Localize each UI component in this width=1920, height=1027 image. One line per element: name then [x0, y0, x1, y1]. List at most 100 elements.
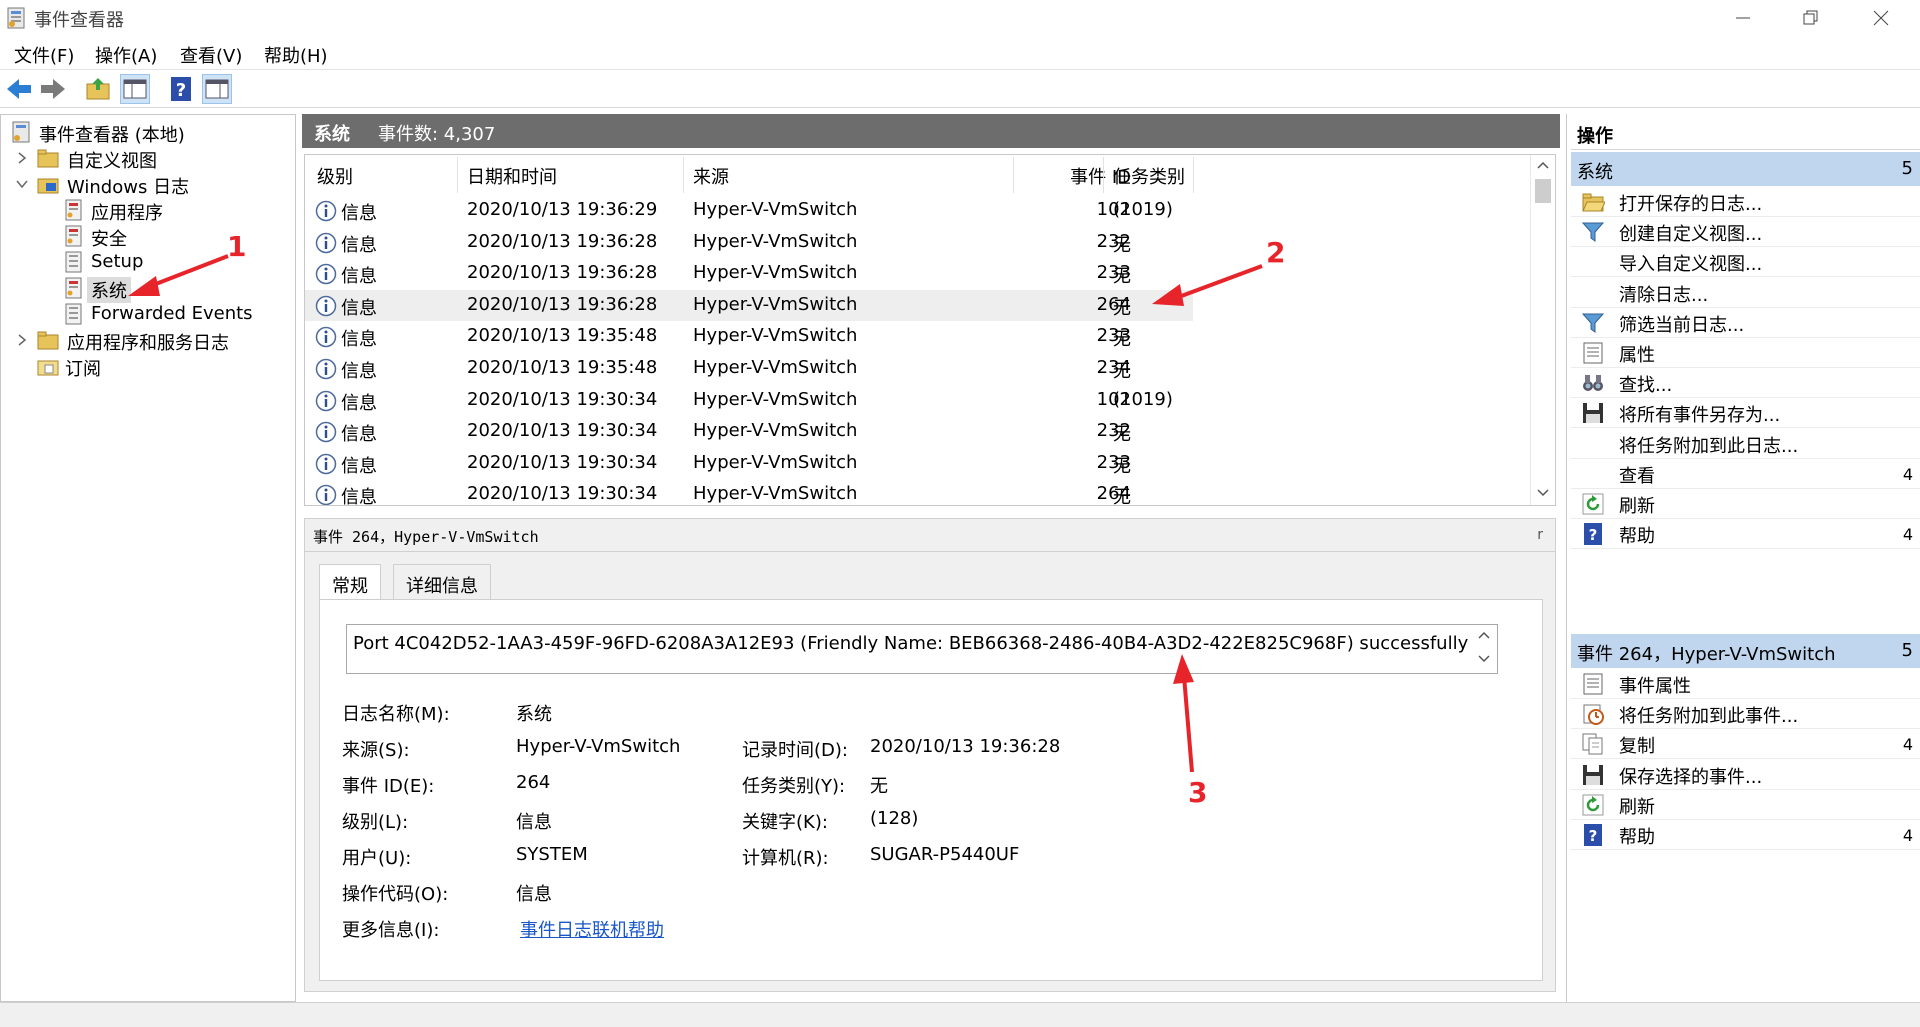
action-label: 清除日志...: [1619, 284, 1709, 306]
tree-windows-logs[interactable]: Windows 日志: [11, 171, 251, 198]
restore-button[interactable]: [1780, 4, 1844, 32]
table-row[interactable]: 信息 2020/10/13 19:35:48 Hyper-V-VmSwitch 233…: [305, 321, 1193, 353]
task-clock-icon: [1583, 704, 1604, 726]
menu-view[interactable]: 查看(V): [180, 42, 242, 68]
up-folder-button[interactable]: [84, 74, 114, 104]
forward-button[interactable]: [38, 74, 68, 104]
system-action-item[interactable]: 属性: [1571, 338, 1920, 368]
svg-text:?: ?: [1589, 526, 1598, 544]
tree-custom-views[interactable]: 自定义视图: [11, 145, 231, 172]
table-row[interactable]: 信息 2020/10/13 19:36:29 Hyper-V-VmSwitch 102…: [305, 195, 1193, 227]
show-hide-tree-button[interactable]: [120, 74, 150, 104]
column-task-category[interactable]: 任务类别: [1113, 163, 1185, 189]
value-logged: 2020/10/13 19:36:28: [870, 736, 1061, 757]
event-action-item[interactable]: ? 帮助 4: [1571, 820, 1920, 850]
cell-datetime: 2020/10/13 19:35:48: [467, 325, 658, 347]
close-window-button[interactable]: [1850, 4, 1914, 32]
table-row[interactable]: 信息 2020/10/13 19:30:34 Hyper-V-VmSwitch 264…: [305, 479, 1193, 506]
table-row[interactable]: 信息 2020/10/13 19:35:48 Hyper-V-VmSwitch 234…: [305, 353, 1193, 385]
tree-app-service-logs[interactable]: 应用程序和服务日志: [11, 327, 281, 354]
annotation-label-1: 1: [227, 230, 247, 263]
filter-icon: [1581, 313, 1605, 333]
table-row[interactable]: 信息 2020/10/13 19:36:28 Hyper-V-VmSwitch 232…: [305, 227, 1193, 259]
folder-icon: [37, 149, 59, 168]
menu-action[interactable]: 操作(A): [95, 42, 157, 68]
title-bar: 事件查看器: [0, 0, 1920, 36]
action-label: 帮助: [1619, 526, 1655, 548]
help-toolbar-button[interactable]: ?: [166, 74, 196, 104]
actions-header: 操作: [1571, 116, 1920, 150]
cell-level: 信息: [341, 329, 377, 351]
log-header: 系统 事件数: 4,307: [302, 114, 1560, 148]
scroll-up-icon[interactable]: [1477, 629, 1491, 641]
table-row[interactable]: 信息 2020/10/13 19:30:34 Hyper-V-VmSwitch 102…: [305, 385, 1193, 417]
action-label: 事件属性: [1619, 676, 1691, 697]
back-button[interactable]: [4, 74, 34, 104]
event-list-scrollbar[interactable]: [1530, 155, 1554, 505]
scroll-down-icon[interactable]: [1536, 487, 1550, 499]
event-viewer-icon: [12, 121, 30, 143]
column-source[interactable]: 来源: [693, 163, 729, 189]
scroll-thumb[interactable]: [1535, 179, 1551, 203]
table-row[interactable]: 信息 2020/10/13 19:30:34 Hyper-V-VmSwitch 233…: [305, 448, 1193, 480]
column-datetime[interactable]: 日期和时间: [467, 163, 557, 189]
menu-file[interactable]: 文件(F): [14, 42, 74, 68]
actions-section-event[interactable]: 事件 264，Hyper-V-VmSwitch 5: [1571, 634, 1920, 668]
minimize-button[interactable]: [1712, 4, 1776, 32]
menu-help[interactable]: 帮助(H): [264, 42, 328, 68]
action-label: 刷新: [1619, 796, 1655, 818]
value-user: SYSTEM: [516, 844, 588, 865]
event-action-item[interactable]: 刷新: [1571, 790, 1920, 820]
system-action-item[interactable]: 打开保存的日志...: [1571, 187, 1920, 217]
table-row[interactable]: 信息 2020/10/13 19:30:34 Hyper-V-VmSwitch 232…: [305, 416, 1193, 448]
event-action-item[interactable]: 事件属性: [1571, 669, 1920, 699]
cell-source: Hyper-V-VmSwitch: [693, 357, 858, 378]
event-action-item[interactable]: 将任务附加到此事件...: [1571, 699, 1920, 730]
info-icon: [315, 453, 337, 475]
filter-icon: [1581, 222, 1605, 243]
label-task-category: 任务类别(Y):: [742, 776, 846, 797]
system-action-item[interactable]: 清除日志...: [1571, 278, 1920, 308]
event-action-item[interactable]: 复制 4: [1571, 729, 1920, 760]
system-action-item[interactable]: 将任务附加到此日志...: [1571, 429, 1920, 459]
more-info-link[interactable]: 事件日志联机帮助: [520, 916, 664, 942]
action-label: 打开保存的日志...: [1619, 194, 1763, 215]
column-level[interactable]: 级别: [317, 163, 353, 189]
system-action-item[interactable]: 创建自定义视图...: [1571, 217, 1920, 248]
tab-details[interactable]: 详细信息: [393, 564, 491, 600]
action-badge: 4: [1902, 464, 1913, 484]
log-icon: [65, 277, 82, 299]
action-label: 筛选当前日志...: [1619, 314, 1745, 336]
console-tree-icon: [123, 79, 147, 99]
cell-datetime: 2020/10/13 19:36:29: [467, 199, 658, 220]
system-action-item[interactable]: 将所有事件另存为...: [1571, 398, 1920, 429]
actions-section-system[interactable]: 系统 5: [1571, 152, 1920, 186]
properties-icon: [1583, 342, 1603, 364]
info-icon: [315, 232, 337, 253]
event-description[interactable]: Port 4C042D52-1AA3-459F-96FD-6208A3A12E9…: [346, 624, 1498, 674]
scroll-down-icon[interactable]: [1477, 653, 1491, 665]
system-action-item[interactable]: 查看 4: [1571, 459, 1920, 489]
system-action-item[interactable]: 刷新: [1571, 489, 1920, 519]
table-row[interactable]: 信息 2020/10/13 19:36:28 Hyper-V-VmSwitch 264…: [305, 289, 1193, 322]
system-action-item[interactable]: ? 帮助 4: [1571, 519, 1920, 550]
system-action-item[interactable]: 查找...: [1571, 368, 1920, 399]
system-action-item[interactable]: 导入自定义视图...: [1571, 247, 1920, 278]
tab-general[interactable]: 常规: [319, 564, 381, 600]
show-hide-action-pane-button[interactable]: [202, 74, 232, 104]
system-action-item[interactable]: 筛选当前日志...: [1571, 308, 1920, 338]
table-row[interactable]: 信息 2020/10/13 19:36:28 Hyper-V-VmSwitch 233…: [305, 258, 1193, 290]
scroll-up-icon[interactable]: [1536, 159, 1550, 171]
help-icon: ?: [1584, 824, 1602, 846]
value-task-category: 无: [870, 776, 888, 797]
cell-level: 信息: [341, 266, 377, 288]
refresh-icon: [1582, 493, 1604, 515]
detail-close-button[interactable]: r: [1537, 527, 1543, 543]
label-more-info: 更多信息(I):: [342, 920, 440, 941]
toolbar: ?: [0, 70, 1920, 108]
cell-source: Hyper-V-VmSwitch: [693, 325, 858, 347]
cell-level: 信息: [341, 487, 377, 506]
action-badge: 4: [1902, 525, 1913, 545]
event-action-item[interactable]: 保存选择的事件...: [1571, 760, 1920, 790]
label-event-id: 事件 ID(E):: [342, 776, 435, 797]
